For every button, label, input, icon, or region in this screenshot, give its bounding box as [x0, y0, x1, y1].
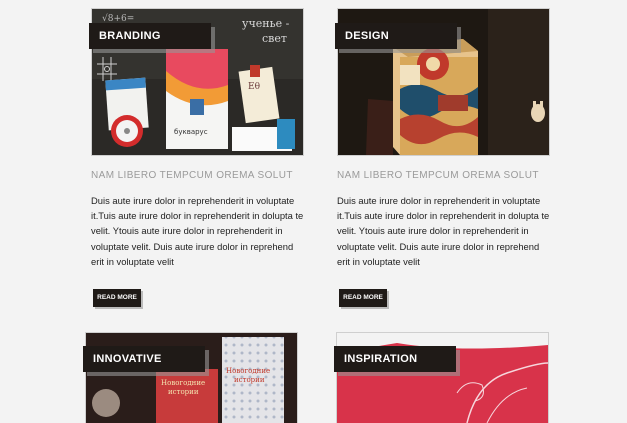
- card-headline[interactable]: NAM LIBERO TEMPCUM OREMA SOLUT: [91, 170, 306, 181]
- card-body-text: Duis aute irure dolor in reprehenderit i…: [91, 195, 304, 267]
- category-tag-branding[interactable]: BRANDING: [89, 23, 211, 49]
- category-tag-inspiration[interactable]: INSPIRATION: [334, 346, 456, 372]
- read-more-button[interactable]: READ MORE: [339, 289, 387, 307]
- svg-text:ученье -: ученье -: [242, 17, 290, 30]
- svg-text:Новогодние: Новогодние: [161, 379, 205, 387]
- svg-text:свет: свет: [262, 32, 287, 45]
- svg-text:Новогодние: Новогодние: [226, 367, 270, 375]
- category-tag-innovative[interactable]: INNOVATIVE: [83, 346, 205, 372]
- card-headline[interactable]: NAM LIBERO TEMPCUM OREMA SOLUT: [337, 170, 552, 181]
- svg-text:букварус: букварус: [174, 128, 208, 136]
- category-tag-design[interactable]: DESIGN: [335, 23, 457, 49]
- svg-text:истории: истории: [168, 388, 199, 396]
- card-body-text: Duis aute irure dolor in reprehenderit i…: [337, 195, 550, 267]
- read-more-button[interactable]: READ MORE: [93, 289, 141, 307]
- svg-text:истории: истории: [234, 376, 265, 384]
- svg-text:Εθ: Εθ: [248, 82, 260, 92]
